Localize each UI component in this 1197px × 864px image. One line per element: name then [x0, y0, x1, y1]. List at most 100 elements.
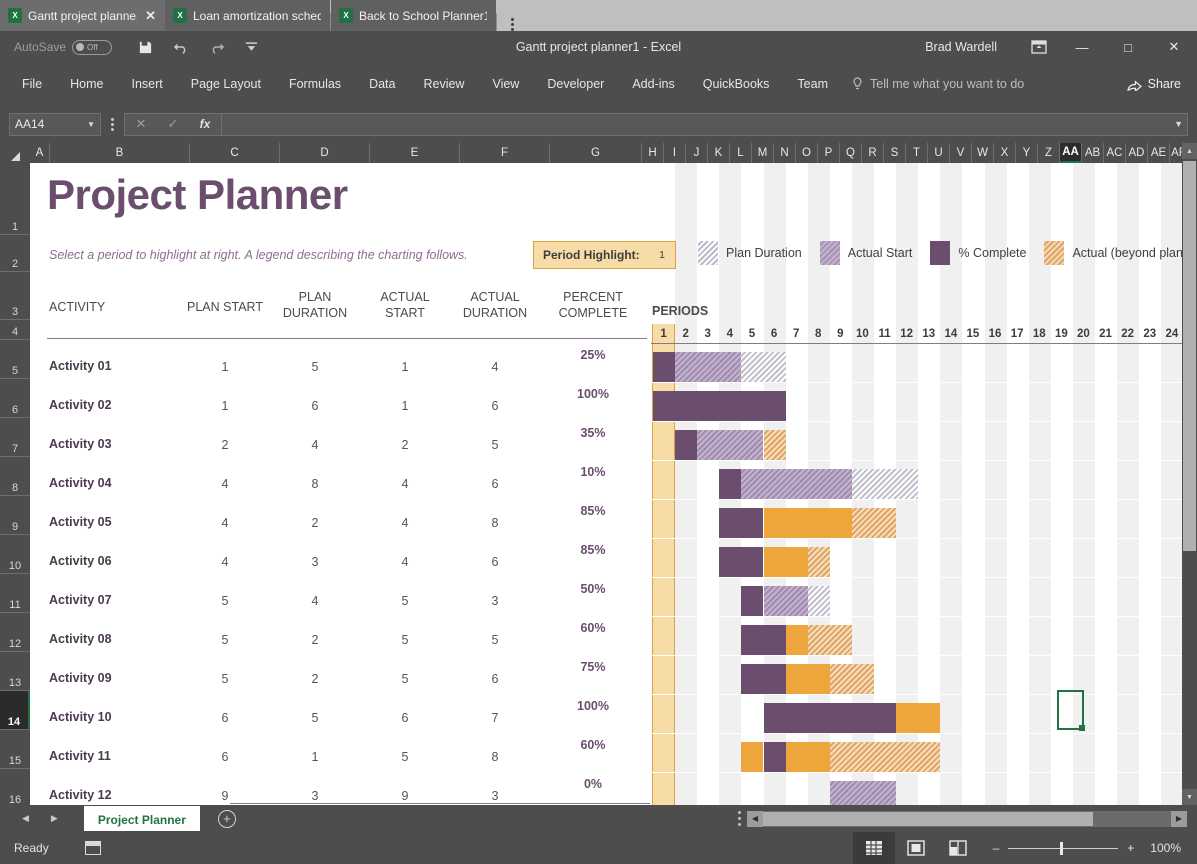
scroll-right-icon[interactable]: ▶ — [1171, 810, 1187, 827]
period-tick-9[interactable]: 9 — [829, 324, 852, 343]
column-header-Q[interactable]: Q — [840, 143, 862, 163]
period-tick-22[interactable]: 22 — [1116, 324, 1139, 343]
column-header-AA[interactable]: AA — [1060, 143, 1082, 163]
row-header-1[interactable]: 1 — [0, 163, 30, 235]
period-tick-18[interactable]: 18 — [1028, 324, 1051, 343]
column-header-AD[interactable]: AD — [1126, 143, 1148, 163]
ribbon-tab-data[interactable]: Data — [355, 63, 409, 105]
row-header-14[interactable]: 14 — [0, 691, 30, 730]
column-header-O[interactable]: O — [796, 143, 818, 163]
period-tick-1[interactable]: 1 — [652, 324, 676, 343]
column-header-AB[interactable]: AB — [1082, 143, 1104, 163]
column-header-L[interactable]: L — [730, 143, 752, 163]
name-box[interactable]: AA14 ▼ — [9, 112, 101, 136]
more-vertical-icon[interactable] — [111, 117, 114, 131]
period-tick-10[interactable]: 10 — [851, 324, 874, 343]
browser-tab-1[interactable]: X Loan amortization schedul... — [165, 0, 330, 31]
period-tick-13[interactable]: 13 — [917, 324, 940, 343]
column-header-G[interactable]: G — [550, 143, 642, 163]
horizontal-scroll-thumb[interactable] — [763, 811, 1093, 826]
expand-formula-bar-icon[interactable]: ▼ — [1174, 119, 1183, 129]
period-tick-24[interactable]: 24 — [1160, 324, 1182, 343]
ribbon-tab-page-layout[interactable]: Page Layout — [177, 63, 275, 105]
column-header-K[interactable]: K — [708, 143, 730, 163]
normal-view-icon[interactable] — [852, 832, 895, 864]
previous-sheet-icon[interactable]: ◀ — [22, 813, 29, 824]
scroll-left-icon[interactable]: ◀ — [747, 810, 763, 827]
row-header-12[interactable]: 12 — [0, 613, 30, 652]
scroll-down-icon[interactable]: ▼ — [1182, 789, 1197, 805]
column-header-R[interactable]: R — [862, 143, 884, 163]
period-tick-14[interactable]: 14 — [939, 324, 962, 343]
vertical-scroll-thumb[interactable] — [1183, 161, 1196, 551]
period-tick-7[interactable]: 7 — [785, 324, 808, 343]
tab-overflow-menu-button[interactable] — [497, 18, 528, 31]
column-header-S[interactable]: S — [884, 143, 906, 163]
zoom-thumb[interactable] — [1060, 841, 1064, 855]
zoom-in-icon[interactable]: + — [1127, 841, 1134, 855]
column-header-Y[interactable]: Y — [1016, 143, 1038, 163]
record-macro-icon[interactable] — [84, 841, 101, 855]
column-header-N[interactable]: N — [774, 143, 796, 163]
period-tick-3[interactable]: 3 — [696, 324, 719, 343]
column-header-F[interactable]: F — [460, 143, 550, 163]
column-header-D[interactable]: D — [280, 143, 370, 163]
ribbon-tab-formulas[interactable]: Formulas — [275, 63, 355, 105]
fill-handle-icon[interactable] — [1079, 725, 1085, 731]
column-header-C[interactable]: C — [190, 143, 280, 163]
period-tick-23[interactable]: 23 — [1138, 324, 1161, 343]
insert-function-icon[interactable]: fx — [189, 117, 221, 131]
more-vertical-icon[interactable] — [738, 811, 741, 826]
row-header-2[interactable]: 2 — [0, 235, 30, 272]
period-tick-16[interactable]: 16 — [984, 324, 1007, 343]
row-header-8[interactable]: 8 — [0, 457, 30, 496]
period-highlight-input[interactable]: Period Highlight: 1 — [533, 241, 676, 269]
column-header-X[interactable]: X — [994, 143, 1016, 163]
column-header-H[interactable]: H — [642, 143, 664, 163]
column-header-A[interactable]: A — [30, 143, 50, 163]
row-header-4[interactable]: 4 — [0, 320, 30, 340]
row-header-5[interactable]: 5 — [0, 340, 30, 379]
ribbon-tab-developer[interactable]: Developer — [533, 63, 618, 105]
column-header-P[interactable]: P — [818, 143, 840, 163]
zoom-out-icon[interactable]: – — [993, 841, 1000, 855]
period-tick-11[interactable]: 11 — [873, 324, 896, 343]
period-tick-19[interactable]: 19 — [1050, 324, 1073, 343]
column-header-I[interactable]: I — [664, 143, 686, 163]
scroll-up-icon[interactable]: ▲ — [1182, 143, 1197, 159]
sheet-tab-project-planner[interactable]: Project Planner — [83, 806, 200, 831]
browser-tab-2[interactable]: X Back to School Planner1 - ... — [331, 0, 496, 31]
ribbon-tab-view[interactable]: View — [478, 63, 533, 105]
ribbon-tab-home[interactable]: Home — [56, 63, 117, 105]
period-tick-6[interactable]: 6 — [763, 324, 786, 343]
horizontal-scrollbar[interactable]: ◀ ▶ — [747, 810, 1187, 827]
period-tick-12[interactable]: 12 — [895, 324, 918, 343]
close-icon[interactable]: ✕ — [145, 8, 156, 24]
next-sheet-icon[interactable]: ▶ — [51, 813, 58, 824]
tell-me-search[interactable]: Tell me what you want to do — [852, 77, 1024, 91]
period-tick-5[interactable]: 5 — [740, 324, 763, 343]
ribbon-tab-add-ins[interactable]: Add-ins — [618, 63, 688, 105]
ribbon-tab-insert[interactable]: Insert — [118, 63, 177, 105]
column-header-V[interactable]: V — [950, 143, 972, 163]
column-header-E[interactable]: E — [370, 143, 460, 163]
period-tick-21[interactable]: 21 — [1094, 324, 1117, 343]
period-tick-4[interactable]: 4 — [718, 324, 741, 343]
column-header-M[interactable]: M — [752, 143, 774, 163]
ribbon-tab-team[interactable]: Team — [783, 63, 842, 105]
cancel-icon[interactable]: ✕ — [125, 116, 157, 132]
column-header-Z[interactable]: Z — [1038, 143, 1060, 163]
row-header-15[interactable]: 15 — [0, 730, 30, 769]
period-tick-8[interactable]: 8 — [807, 324, 830, 343]
selected-cell-AA14[interactable] — [1057, 690, 1085, 731]
row-header-16[interactable]: 16 — [0, 769, 30, 808]
formula-input[interactable] — [222, 112, 1188, 136]
enter-icon[interactable]: ✓ — [157, 116, 189, 132]
period-tick-17[interactable]: 17 — [1006, 324, 1029, 343]
select-all-button[interactable] — [0, 143, 30, 163]
period-tick-15[interactable]: 15 — [961, 324, 984, 343]
period-tick-20[interactable]: 20 — [1072, 324, 1095, 343]
column-header-AE[interactable]: AE — [1148, 143, 1170, 163]
ribbon-tab-review[interactable]: Review — [409, 63, 478, 105]
page-layout-view-icon[interactable] — [895, 832, 937, 864]
